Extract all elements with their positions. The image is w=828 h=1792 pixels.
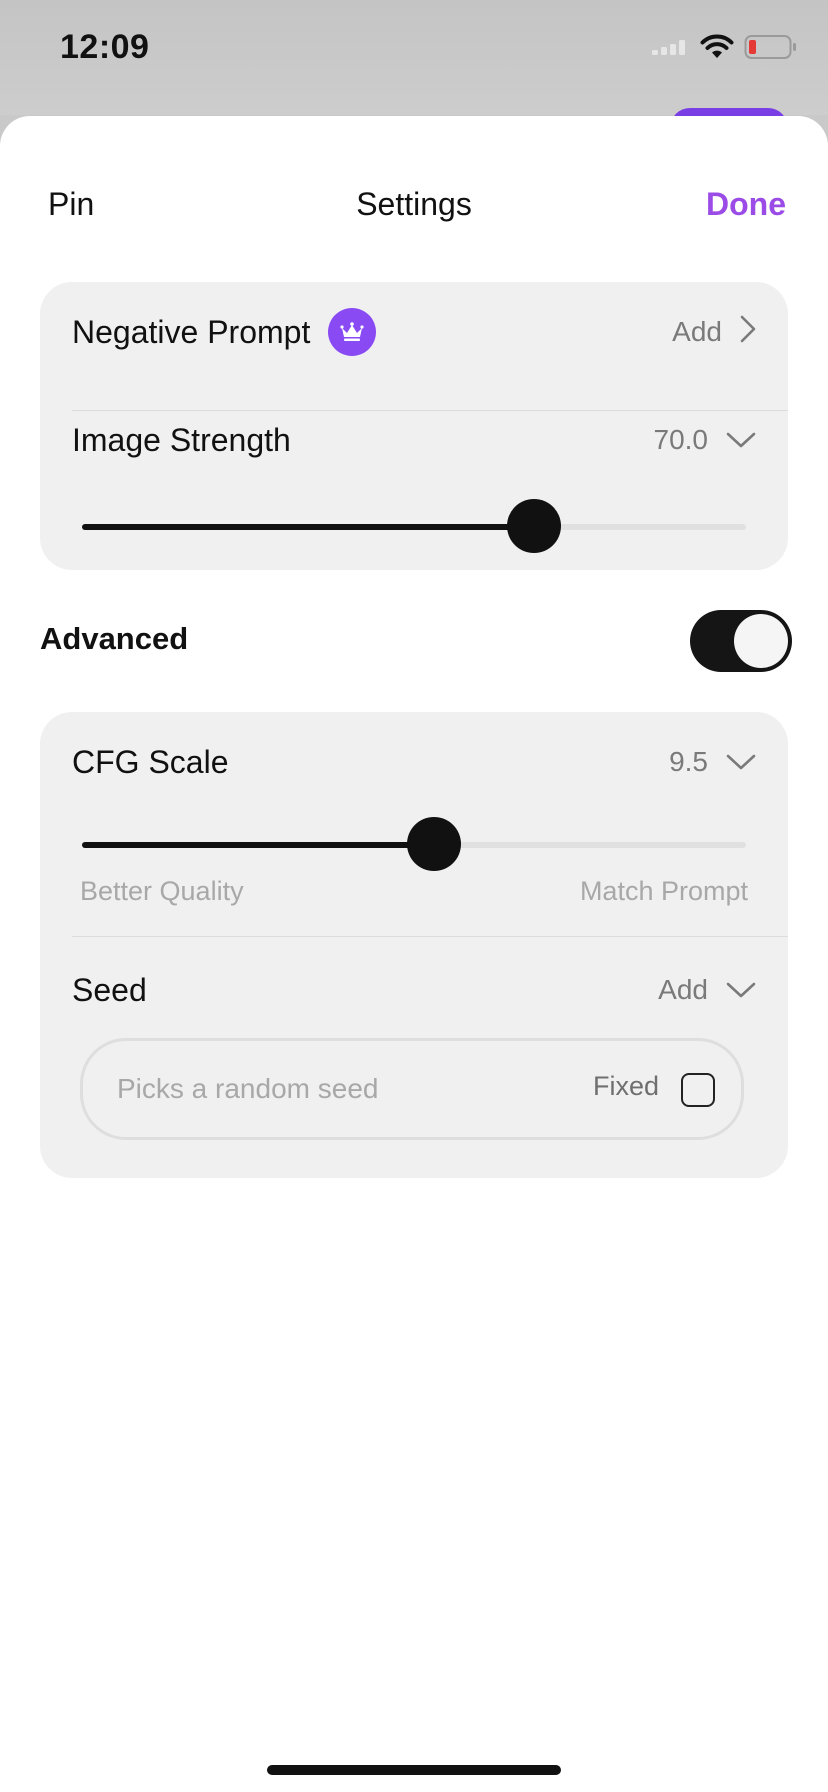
negative-prompt-add-label: Add [672, 316, 722, 347]
advanced-label: Advanced [40, 621, 189, 656]
chevron-down-icon [726, 974, 756, 1006]
slider-thumb[interactable] [406, 817, 461, 871]
divider [72, 936, 788, 937]
cfg-min-caption: Better Quality [80, 876, 244, 906]
pin-button[interactable]: Pin [48, 186, 94, 223]
cfg-scale-value: 9.5 [669, 746, 708, 777]
seed-label: Seed [72, 971, 147, 1008]
negative-prompt-label: Negative Prompt [72, 313, 311, 350]
chevron-right-icon [740, 315, 756, 350]
status-time: 12:09 [60, 28, 150, 66]
prompt-settings-card: Negative Prompt Add Image Strength 70.0 [40, 282, 788, 570]
settings-sheet: Pin Settings Done Negative Prompt Add Im… [0, 116, 828, 1792]
cfg-max-caption: Match Prompt [579, 876, 748, 906]
fixed-label: Fixed [592, 1071, 659, 1101]
fixed-checkbox[interactable] [681, 1073, 715, 1107]
seed-action[interactable]: Add [658, 974, 756, 1006]
image-strength-value-toggle[interactable]: 70.0 [654, 424, 757, 456]
wifi-icon [700, 34, 734, 65]
image-strength-value: 70.0 [653, 424, 709, 455]
chevron-down-icon [726, 424, 756, 456]
status-bar: 12:09 [0, 0, 828, 115]
cfg-scale-value-toggle[interactable]: 9.5 [669, 746, 756, 778]
battery-icon [744, 34, 798, 65]
divider [72, 410, 788, 411]
cfg-scale-slider[interactable] [82, 817, 746, 871]
cfg-scale-row[interactable]: CFG Scale 9.5 [72, 734, 788, 790]
negative-prompt-action[interactable]: Add [672, 315, 756, 350]
advanced-settings-card: CFG Scale 9.5 Better Quality Match Promp… [40, 712, 788, 1178]
slider-thumb[interactable] [506, 499, 561, 553]
image-strength-label: Image Strength [72, 421, 291, 458]
image-strength-slider[interactable] [82, 499, 746, 553]
seed-row[interactable]: Seed Add [72, 962, 788, 1018]
seed-add-label: Add [658, 974, 708, 1005]
seed-input[interactable] [117, 1065, 517, 1113]
chevron-down-icon [726, 746, 756, 778]
seed-field-container: Fixed [80, 1038, 744, 1140]
toggle-knob [734, 614, 788, 668]
page-title: Settings [356, 186, 472, 222]
status-icons [652, 34, 798, 65]
home-indicator [267, 1765, 561, 1775]
image-strength-row[interactable]: Image Strength 70.0 [72, 412, 788, 468]
negative-prompt-row[interactable]: Negative Prompt Add [72, 304, 788, 360]
nav-bar: Pin Settings Done [0, 116, 828, 291]
cfg-scale-label: CFG Scale [72, 743, 229, 780]
done-button[interactable]: Done [706, 186, 786, 223]
crown-icon [328, 308, 377, 356]
slider-fill [82, 842, 434, 848]
slider-fill [82, 524, 534, 530]
advanced-toggle[interactable] [690, 610, 792, 672]
signal-icon [652, 37, 690, 62]
